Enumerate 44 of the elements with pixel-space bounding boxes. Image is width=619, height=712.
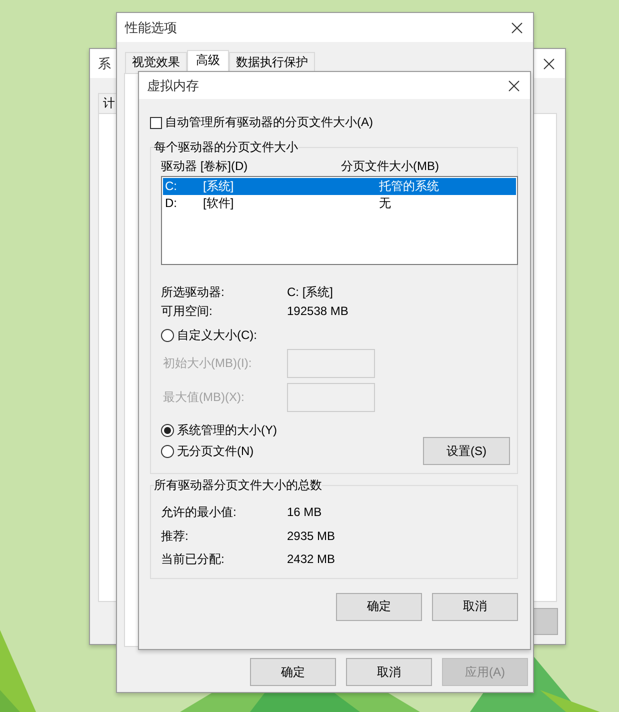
field-label: 初始大小(MB)(I):	[162, 355, 253, 372]
column-header: 分页文件大小(MB)	[341, 158, 440, 175]
window-title: 虚拟内存	[147, 76, 199, 94]
checkbox-label[interactable]: 自动管理所有驱动器的分页文件大小(A)	[165, 114, 373, 131]
close-icon[interactable]	[508, 80, 520, 92]
drive-letter: C:	[165, 178, 178, 195]
window-title: 系	[98, 54, 111, 72]
radio-button[interactable]: 自定义大小(C):	[161, 327, 257, 344]
radio-button[interactable]: 无分页文件(N)	[161, 442, 254, 460]
field-label: 最大值(MB)(X):	[162, 389, 246, 406]
volume-label: [系统]	[203, 178, 235, 195]
tab[interactable]: 数据执行保护	[229, 52, 315, 73]
list-row[interactable]: D: [软件] 无	[163, 195, 516, 212]
close-icon[interactable]	[543, 58, 555, 70]
total-label: 允许的最小值:	[161, 504, 238, 521]
page-file-size: 无	[379, 195, 392, 212]
tab[interactable]: 高级	[187, 50, 229, 73]
total-value: 16 MB	[287, 504, 323, 521]
dialog-button[interactable]: 确定	[336, 592, 422, 620]
total-label: 当前已分配:	[161, 551, 226, 568]
set-button[interactable]: 设置(S)	[423, 437, 510, 465]
group-title: 每个驱动器的分页文件大小	[154, 139, 298, 156]
page-file-size: 托管的系统	[379, 178, 440, 195]
total-value: 2432 MB	[287, 551, 336, 568]
close-icon[interactable]	[511, 22, 523, 34]
volume-label: [软件]	[203, 195, 235, 212]
info-value: 192538 MB	[287, 303, 350, 320]
window-title: 性能选项	[125, 18, 177, 36]
dialog-button[interactable]: 取消	[432, 592, 518, 620]
column-header: 驱动器 [卷标](D)	[161, 158, 249, 175]
radio-button[interactable]: 系统管理的大小(Y)	[161, 422, 277, 439]
info-label: 可用空间:	[161, 303, 214, 320]
checkbox[interactable]	[150, 116, 162, 128]
total-value: 2935 MB	[287, 528, 336, 544]
group-title: 所有驱动器分页文件大小的总数	[154, 477, 322, 494]
drive-list[interactable]: C: [系统] 托管的系统 D: [软件] 无	[161, 176, 518, 265]
total-label: 推荐:	[161, 528, 190, 544]
dialog-button[interactable]: 确定	[250, 658, 336, 686]
drive-letter: D:	[165, 195, 178, 212]
info-label: 所选驱动器:	[161, 284, 226, 301]
tab[interactable]: 视觉效果	[125, 52, 187, 73]
info-value: C: [系统]	[287, 284, 334, 301]
list-row[interactable]: C: [系统] 托管的系统	[163, 178, 516, 195]
dialog-button[interactable]: 取消	[346, 658, 432, 686]
